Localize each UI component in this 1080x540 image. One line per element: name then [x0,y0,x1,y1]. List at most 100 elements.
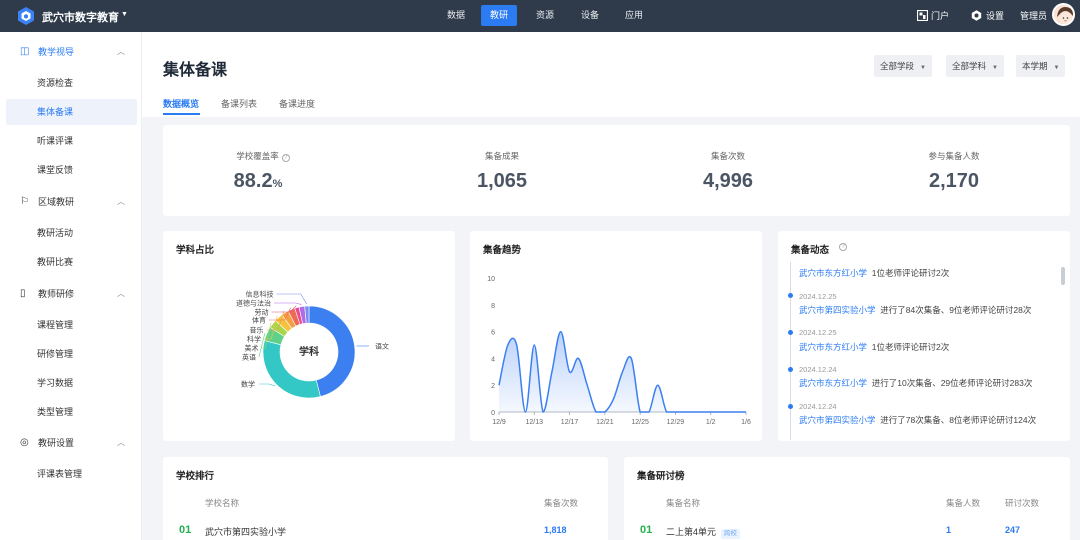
sidebar-group-research-settings[interactable]: ◎ 教研设置 ︿ [0,431,142,455]
donut-center-label: 学科 [299,345,319,358]
sidebar-item-research-contest[interactable]: 教研比赛 [6,249,137,275]
chevron-up-icon: ︿ [117,197,125,206]
feed-item-text: 进行了78次集备、8位老师评论研讨124次 [880,415,1037,425]
x-tick-label: 12/25 [631,419,649,426]
caret-down-icon[interactable]: ▼ [121,11,128,18]
settings-link[interactable]: 设置 [986,9,1004,22]
sidebar-item-evaluation-form[interactable]: 评课表管理 [6,461,137,487]
feed-school-link[interactable]: 武穴市第四实验小学 [799,305,876,315]
stat-value: 88.2 [233,170,273,192]
timeline-dot [788,293,793,298]
sidebar-group-label: 教师研修 [38,289,75,299]
sidebar-item-class-feedback[interactable]: 课堂反馈 [6,157,137,183]
feed-item[interactable]: 武穴市东方红小学 1位老师评论研讨2次 [799,341,949,353]
logo-icon[interactable] [16,6,36,26]
card-title: 集备动态 [791,245,830,256]
y-tick-label: 4 [491,356,495,363]
chevron-up-icon: ︿ [117,289,125,298]
subject-filter-select[interactable]: 全部学科 ▼ [946,55,1004,77]
y-tick-label: 0 [491,410,495,417]
tab-overview[interactable]: 数据概览 [163,97,199,110]
prep-name-cell[interactable]: 二上第4单元 跨校 [666,525,741,539]
column-header-people[interactable]: 集备人数 [946,497,980,509]
feed-item[interactable]: 武穴市东方红小学 1位老师评论研讨2次 [799,267,949,279]
feed-scrollbar[interactable] [1061,267,1065,285]
feed-item-text: 进行了84次集备、9位老师评论研讨28次 [880,305,1032,315]
pie-label: 美术 [245,344,259,353]
chevron-up-icon: ︿ [117,438,125,447]
feed-item[interactable]: 武穴市第四实验小学 进行了84次集备、9位老师评论研讨28次 [799,304,1031,316]
sidebar-item-lesson-review[interactable]: 听课评课 [6,128,137,154]
cross-school-tag: 跨校 [721,529,741,539]
pie-leader-line [276,293,307,305]
x-tick-label: 12/17 [561,419,579,426]
pie-label: 道德与法治 [236,299,271,308]
pie-label: 信息科技 [246,290,274,299]
stat-sessions: 集备次数 4,996 [628,150,828,192]
admin-user-name[interactable]: 管理员 [1020,9,1047,22]
tab-prep-list[interactable]: 备课列表 [221,97,257,110]
column-header-school[interactable]: 学校名称 [205,497,239,509]
feed-item-text: 进行了10次集备、29位老师评论研讨283次 [871,378,1033,388]
column-header-discussions[interactable]: 研讨次数 [1005,497,1039,509]
sidebar-item-research-activity[interactable]: 教研活动 [6,220,137,246]
portal-link[interactable]: 门户 [931,9,949,22]
rank-number: 01 [640,524,653,536]
feed-school-link[interactable]: 武穴市东方红小学 [799,378,867,388]
school-name-cell[interactable]: 武穴市第四实验小学 [205,525,286,538]
x-tick-label: 12/13 [526,419,544,426]
sidebar-group-teacher-training[interactable]: ▯ 教师研修 ︿ [0,282,142,306]
sidebar-item-course-management[interactable]: 课程管理 [6,312,137,338]
stat-participants: 参与集备人数 2,170 [854,150,1054,192]
stat-value: 1,065 [476,170,528,192]
feed-school-link[interactable]: 武穴市东方红小学 [799,268,867,278]
people-cell: 1 [946,525,952,535]
sidebar-group-regional-research[interactable]: ⚐ 区域教研 ︿ [0,190,142,214]
feed-school-link[interactable]: 武穴市东方红小学 [799,342,867,352]
info-icon[interactable]: ? [281,154,290,162]
nav-research[interactable]: 教研 [481,5,518,26]
term-filter-value: 本学期 [1022,61,1048,71]
chevron-up-icon: ︿ [117,47,125,56]
trend-card: 集备趋势 0 2 4 6 8 10 12/9 12/13 12/17 12/21 12/25 12/2… [470,231,762,441]
y-tick-label: 10 [487,276,495,283]
prep-name[interactable]: 二上第4单元 [666,527,716,537]
y-tick-label: 2 [491,383,495,390]
brand-title[interactable]: 武穴市数字教育 [42,9,119,25]
feed-item[interactable]: 武穴市东方红小学 进行了10次集备、29位老师评论研讨283次 [799,377,1032,389]
term-filter-select[interactable]: 本学期 ▼ [1016,55,1066,77]
avatar[interactable] [1052,3,1075,26]
feed-item[interactable]: 武穴市第四实验小学 进行了78次集备、8位老师评论研讨124次 [799,414,1036,426]
discussions-cell: 247 [1005,525,1021,535]
x-tick-label: 12/29 [667,419,685,426]
timeline-dot [788,404,793,409]
feed-item-date: 2024.12.25 [799,292,837,301]
sidebar-item-learning-data[interactable]: 学习数据 [6,370,137,396]
pie-label: 劳动 [255,308,269,317]
tab-prep-progress[interactable]: 备课进度 [279,97,315,110]
x-tick-label: 1/2 [706,419,716,426]
feed-school-link[interactable]: 武穴市第四实验小学 [799,415,876,425]
x-tick-label: 12/21 [596,419,614,426]
book-icon: ◫ [20,46,30,57]
sidebar-item-resource-check[interactable]: 资源检查 [6,70,137,96]
card-title: 集备研讨榜 [637,471,685,482]
active-tab-indicator [163,113,200,115]
nav-resources[interactable]: 资源 [527,5,563,26]
portal-icon[interactable] [917,10,928,21]
nav-data[interactable]: 数据 [438,5,474,26]
open-book-icon: ▯ [20,288,26,299]
sidebar-item-collective-prep[interactable]: 集体备课 [6,99,137,125]
pie-leader-line [274,302,302,305]
sidebar-item-training-management[interactable]: 研修管理 [6,341,137,367]
sidebar-item-type-management[interactable]: 类型管理 [6,399,137,425]
gear-icon[interactable] [971,10,982,21]
nav-apps[interactable]: 应用 [616,5,652,26]
nav-devices[interactable]: 设备 [572,5,608,26]
sidebar-group-teaching-supervision[interactable]: ◫ 教学视导 ︿ [0,40,142,64]
column-header-prep-name[interactable]: 集备名称 [666,497,700,509]
stage-filter-select[interactable]: 全部学段 ▼ [874,55,932,77]
timeline-dot [788,330,793,335]
column-header-count[interactable]: 集备次数 [544,497,578,509]
info-icon[interactable]: ? [839,243,847,251]
